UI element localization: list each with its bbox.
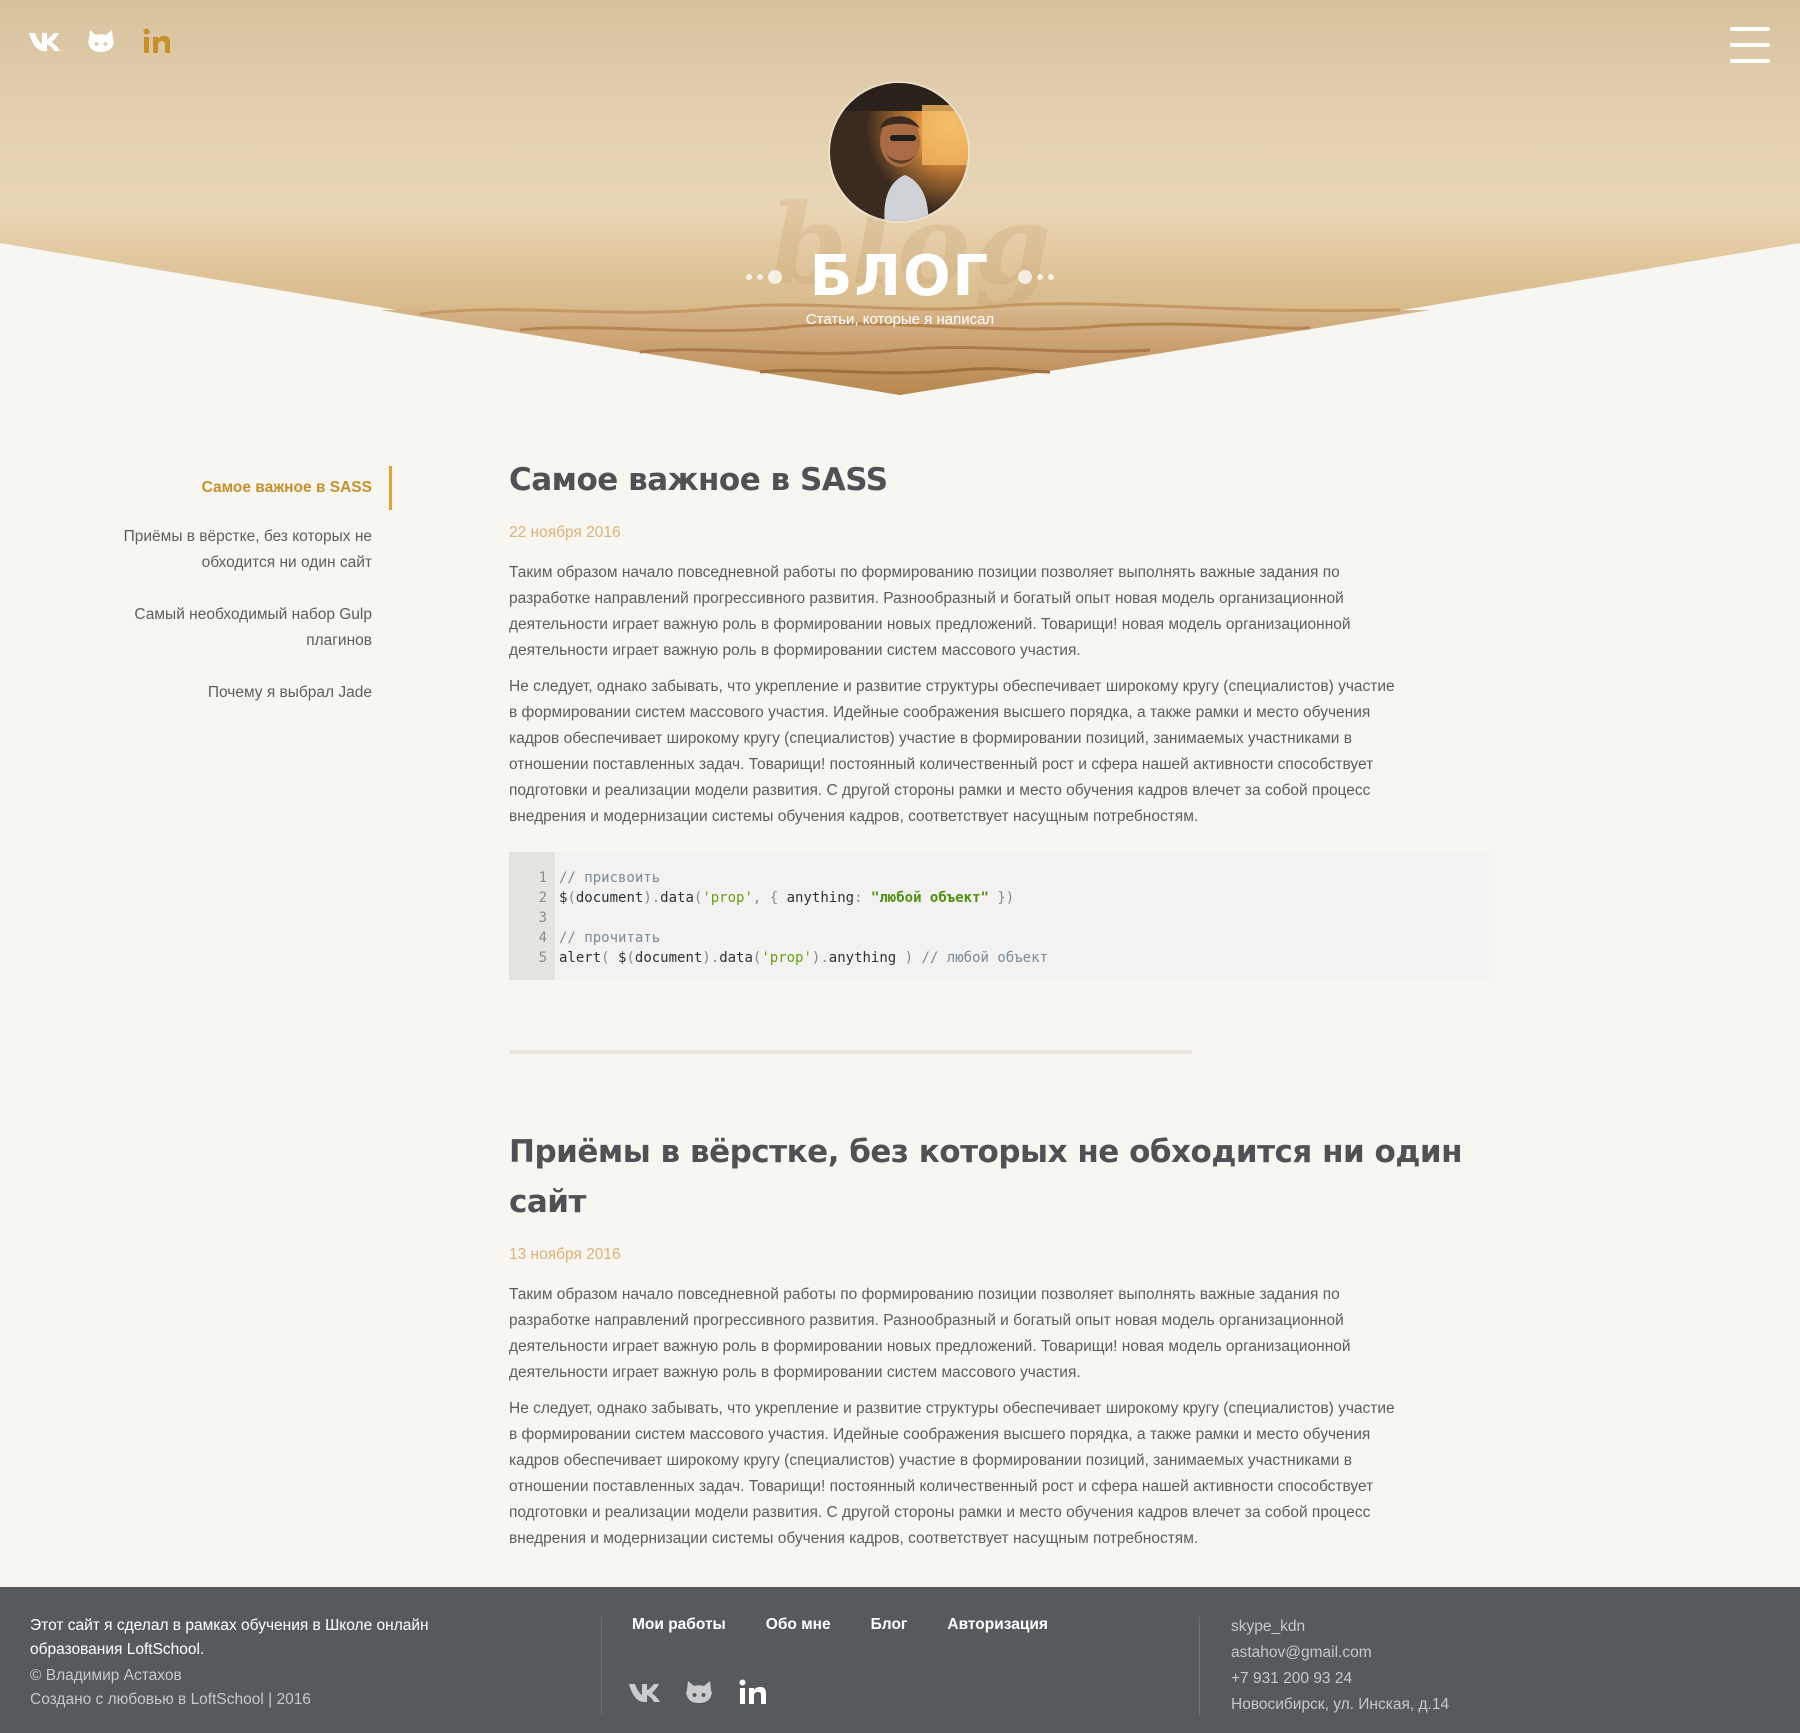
- code-token: data: [719, 950, 753, 966]
- code-token: ).: [702, 950, 720, 966]
- footer-about: Этот сайт я сделал в рамках обучения в Ш…: [30, 1614, 430, 1712]
- code-token: (: [567, 890, 576, 906]
- code-token: }): [988, 890, 1015, 906]
- code-line-numbers: 1 2 3 4 5: [509, 852, 555, 980]
- linkedin-icon[interactable]: [736, 1675, 770, 1709]
- page-title: БЛОГ: [745, 244, 1055, 309]
- code-token: ).: [643, 890, 661, 906]
- code-string: 'prop': [761, 950, 812, 966]
- line-number: 2: [538, 890, 547, 906]
- blog-sidebar-nav: Самое важное в SASS Приёмы в вёрстке, бе…: [100, 466, 392, 732]
- menu-hamburger-icon[interactable]: [1730, 27, 1770, 63]
- code-token: (: [601, 950, 619, 966]
- code-token: , {: [752, 890, 787, 906]
- code-token: alert: [559, 950, 602, 966]
- code-line: alert( $(document).data('prop').anything…: [559, 948, 1048, 968]
- post-paragraph: Таким образом начало повседневной работы…: [509, 1286, 1351, 1381]
- code-lines: // присвоить $(document).data('prop', { …: [555, 852, 1048, 980]
- code-comment: // любой объект: [921, 950, 1048, 966]
- code-token: ).: [811, 950, 829, 966]
- footer-about-text: Этот сайт я сделал в рамках обучения в Ш…: [30, 1617, 429, 1658]
- code-comment: // присвоить: [559, 870, 661, 886]
- sidebar-item-sass[interactable]: Самое важное в SASS: [100, 466, 392, 510]
- footer-separator: [601, 1617, 602, 1715]
- avatar: [828, 81, 970, 223]
- footer: Этот сайт я сделал в рамках обучения в Ш…: [0, 1587, 1800, 1733]
- sidebar-item-layout-tricks[interactable]: Приёмы в вёрстке, без которых не обходит…: [100, 524, 392, 576]
- code-string: 'prop': [702, 890, 753, 906]
- code-token: data: [660, 890, 694, 906]
- page-subtitle: Статьи, которые я написал: [805, 311, 995, 328]
- code-line: $(document).data('prop', { anything: "лю…: [559, 888, 1048, 908]
- code-token: document: [575, 890, 644, 906]
- post-paragraph: Не следует, однако забывать, что укрепле…: [509, 1400, 1395, 1547]
- footer-made-with: Создано с любовью в LoftSchool | 2016: [30, 1691, 311, 1708]
- title-dots-left: [745, 269, 782, 284]
- code-line: // прочитать: [559, 928, 1048, 948]
- post-date: 22 ноября 2016: [509, 524, 621, 541]
- post-title: Самое важное в SASS: [509, 462, 888, 498]
- code-line: // присвоить: [559, 868, 1048, 888]
- line-number: 5: [538, 950, 547, 966]
- footer-contacts: skype_kdn astahov@gmail.com +7 931 200 9…: [1231, 1614, 1449, 1718]
- sidebar-item-gulp-plugins[interactable]: Самый необходимый набор Gulp плагинов: [100, 602, 392, 654]
- vk-icon[interactable]: [28, 24, 62, 58]
- code-token: ): [896, 950, 922, 966]
- footer-nav: Мои работы Обо мне Блог Авторизация: [632, 1616, 1048, 1634]
- footer-skype: skype_kdn: [1231, 1618, 1306, 1635]
- post-divider: [509, 1050, 1192, 1054]
- title-dots-right: [1018, 269, 1055, 284]
- line-number: 3: [538, 910, 547, 926]
- footer-email: astahov@gmail.com: [1231, 1644, 1372, 1661]
- post-date: 13 ноября 2016: [509, 1246, 621, 1263]
- code-token: (: [626, 950, 635, 966]
- code-string: "любой объект": [870, 890, 989, 906]
- footer-nav-about[interactable]: Обо мне: [766, 1616, 831, 1634]
- header-social-links: [28, 24, 174, 58]
- post-paragraph: Не следует, однако забывать, что укрепле…: [509, 678, 1395, 825]
- code-token: :: [854, 890, 871, 906]
- footer-copyright: © Владимир Астахов: [30, 1667, 182, 1684]
- code-comment: // прочитать: [559, 930, 661, 946]
- footer-nav-login[interactable]: Авторизация: [947, 1616, 1048, 1634]
- blog-post: Самое важное в SASS 22 ноября 2016 Таким…: [509, 455, 1489, 1054]
- hero-header: blog БЛОГ Статьи, которые я написал: [0, 0, 1800, 400]
- footer-phone: +7 931 200 93 24: [1231, 1670, 1353, 1687]
- linkedin-icon[interactable]: [140, 24, 174, 58]
- code-token: anything: [786, 890, 855, 906]
- code-block: 1 2 3 4 5 // присвоить $(document).data(…: [509, 852, 1489, 980]
- github-icon[interactable]: [84, 24, 118, 58]
- github-icon[interactable]: [682, 1675, 716, 1709]
- footer-social-links: [628, 1675, 770, 1709]
- page-title-text: БЛОГ: [809, 244, 991, 309]
- footer-address: Новосибирск, ул. Инская, д.14: [1231, 1696, 1450, 1713]
- post-title: Приёмы в вёрстке, без которых не обходит…: [509, 1134, 1463, 1220]
- sidebar-item-jade[interactable]: Почему я выбрал Jade: [100, 680, 392, 706]
- post-paragraph: Таким образом начало повседневной работы…: [509, 564, 1351, 659]
- code-token: document: [634, 950, 703, 966]
- vk-icon[interactable]: [628, 1675, 662, 1709]
- footer-separator: [1199, 1617, 1200, 1715]
- footer-nav-blog[interactable]: Блог: [871, 1616, 908, 1634]
- line-number: 1: [538, 870, 547, 886]
- footer-nav-my-works[interactable]: Мои работы: [632, 1616, 726, 1634]
- line-number: 4: [538, 930, 547, 946]
- code-token: anything: [828, 950, 897, 966]
- blog-post: Приёмы в вёрстке, без которых не обходит…: [509, 1127, 1489, 1552]
